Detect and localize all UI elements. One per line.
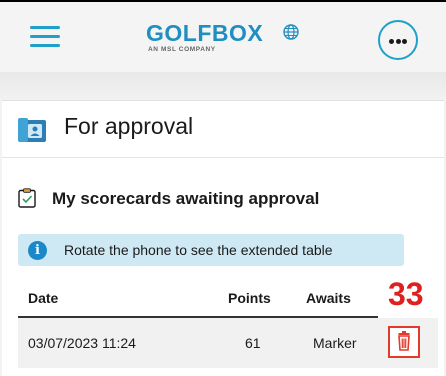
table-row[interactable]: 03/07/2023 11:24 61 Marker [18, 318, 438, 368]
golfbox-logo[interactable]: GOLFBOX AN MSL COMPANY [146, 20, 306, 64]
wallet-icon [18, 118, 46, 142]
cell-awaits: Marker [313, 335, 357, 351]
cell-date: 03/07/2023 11:24 [28, 335, 136, 351]
info-banner: i Rotate the phone to see the extended t… [18, 234, 404, 266]
annotation-label: 33 [388, 276, 424, 312]
page-title-row: For approval [2, 100, 444, 158]
ellipsis-icon[interactable] [378, 20, 418, 60]
cell-points: 61 [245, 335, 261, 351]
column-header-awaits: Awaits [306, 290, 351, 306]
page-title: For approval [64, 113, 194, 139]
trash-icon [398, 331, 410, 351]
app-header: GOLFBOX AN MSL COMPANY [0, 0, 446, 72]
column-header-date: Date [28, 290, 59, 306]
info-icon: i [28, 241, 47, 260]
clipboard-check-icon [18, 188, 36, 208]
globe-icon [283, 24, 299, 40]
logo-text: GOLFBOX [146, 20, 264, 46]
header-shadow [0, 72, 446, 100]
info-text: Rotate the phone to see the extended tab… [64, 242, 333, 258]
column-header-points: Points [228, 290, 271, 306]
delete-button[interactable] [388, 326, 420, 358]
approval-card: For approval My scorecards awaiting appr… [2, 100, 444, 376]
logo-subtitle: AN MSL COMPANY [148, 46, 216, 53]
section-title: My scorecards awaiting approval [52, 189, 320, 208]
hamburger-menu-icon[interactable] [30, 26, 60, 48]
